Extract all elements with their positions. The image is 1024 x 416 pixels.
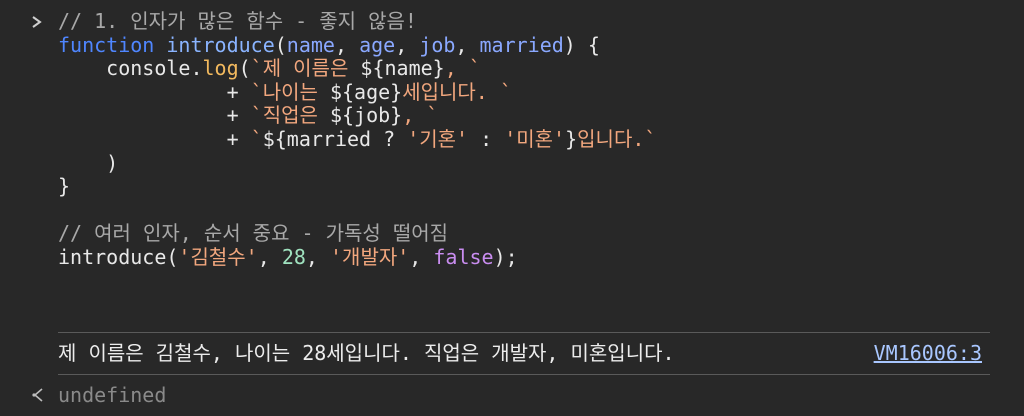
code-token: `직업은 xyxy=(250,103,330,128)
code-line: + `직업은 ${job}, ` xyxy=(58,104,656,128)
code-token: // 여러 인자, 순서 중요 - 가독성 떨어짐 xyxy=(58,221,449,246)
code-token: introduce xyxy=(58,244,167,269)
code-token: married xyxy=(479,32,564,57)
code-token: `나이는 xyxy=(250,79,330,104)
code-token: ${married ? xyxy=(262,126,408,151)
code-token: false xyxy=(433,244,494,269)
code-token: job xyxy=(419,32,456,57)
code-line: ) xyxy=(58,150,656,176)
code-token: ); xyxy=(493,244,518,269)
return-arrow-icon xyxy=(30,384,46,408)
console-input-code[interactable]: // 1. 인자가 많은 함수 - 좋지 않음! function introdu… xyxy=(58,9,657,270)
code-token: : xyxy=(468,126,505,151)
code-token: , xyxy=(334,32,360,57)
code-token: console. xyxy=(58,56,203,81)
code-line: // 1. 인자가 많은 함수 - 좋지 않음! xyxy=(58,9,656,34)
source-link[interactable]: VM16006:3 xyxy=(874,340,982,366)
code-token: + xyxy=(58,126,251,151)
code-token: , xyxy=(395,32,420,57)
code-token: , xyxy=(305,244,330,269)
code-token: ) { xyxy=(563,32,600,57)
code-token: ( xyxy=(166,244,179,269)
code-line: // 여러 인자, 순서 중요 - 가독성 떨어짐 xyxy=(58,222,656,246)
code-line: console.log(`제 이름은 ${name}, ` xyxy=(58,56,656,81)
code-token: } xyxy=(58,174,71,199)
code-token: , xyxy=(409,244,434,269)
log-message-row: 제 이름은 김철수, 나이는 28세입니다. 직업은 개발자, 미혼입니다. V… xyxy=(58,340,982,366)
code-token: , xyxy=(257,244,282,269)
code-token: 입니다.` xyxy=(577,126,657,151)
devtools-console: // 1. 인자가 많은 함수 - 좋지 않음! function introdu… xyxy=(0,0,1024,416)
code-token: age xyxy=(359,32,396,57)
code-token: // 1. 인자가 많은 함수 - 좋지 않음! xyxy=(58,9,417,33)
divider xyxy=(58,332,990,333)
code-token: } xyxy=(565,126,578,151)
code-line: } xyxy=(58,174,656,199)
code-token: , ` xyxy=(402,103,439,128)
code-token: + xyxy=(58,103,251,128)
code-token: 세입니다. ` xyxy=(402,79,512,104)
code-token: ` xyxy=(250,126,263,151)
chevron-right-icon xyxy=(30,10,44,36)
code-token: , ` xyxy=(444,56,481,81)
code-token: name xyxy=(286,32,335,57)
code-token: log xyxy=(202,56,239,81)
code-token: function xyxy=(58,32,155,57)
code-token: '미혼' xyxy=(504,126,566,151)
code-line: function introduce(name, age, job, marri… xyxy=(58,32,656,58)
result-value: undefined xyxy=(58,383,167,407)
code-token: '기혼' xyxy=(407,126,469,151)
code-token: ( xyxy=(238,56,251,81)
divider xyxy=(58,374,990,375)
code-token: ${job} xyxy=(329,103,403,128)
code-token: ( xyxy=(274,32,287,57)
code-token: '김철수' xyxy=(178,244,258,269)
code-token: + xyxy=(58,79,251,104)
code-token: , xyxy=(455,32,480,57)
code-line: introduce('김철수', 28, '개발자', false); xyxy=(58,244,656,270)
code-token: ${age} xyxy=(329,79,403,104)
code-line: + `나이는 ${age}세입니다. ` xyxy=(58,79,656,105)
code-token: ${name} xyxy=(360,56,445,81)
code-token: 28 xyxy=(281,244,306,269)
code-token: introduce xyxy=(166,32,275,57)
code-line: + `${married ? '기혼' : '미혼'}입니다.` xyxy=(58,126,657,152)
code-token: '개발자' xyxy=(330,244,410,269)
code-token: ) xyxy=(58,150,119,175)
code-token: `제 이름은 xyxy=(250,56,361,81)
log-message: 제 이름은 김철수, 나이는 28세입니다. 직업은 개발자, 미혼입니다. xyxy=(58,341,675,365)
